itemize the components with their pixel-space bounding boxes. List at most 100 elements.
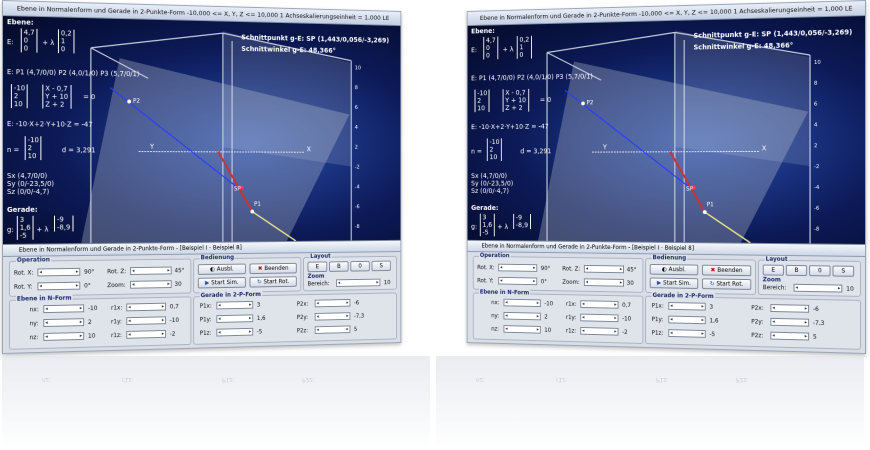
p1y-label: P1y: xyxy=(200,316,212,323)
p1x-spinner[interactable]: ◂ ▸ xyxy=(668,302,705,311)
layout-0-button[interactable]: 0 xyxy=(809,265,830,276)
line-vector-b: -9 -8,9 xyxy=(513,214,530,229)
rot-y-spinner[interactable]: ◂ ▸ xyxy=(37,282,80,291)
layout-e-button[interactable]: E xyxy=(308,261,328,272)
ausbl-button[interactable]: ◐ Ausbl. xyxy=(198,264,246,275)
layout-s-button[interactable]: S xyxy=(833,266,855,277)
nx-spinner[interactable]: ◂ ▸ xyxy=(504,299,541,307)
reflection-text: nz: xyxy=(476,376,485,383)
control-panel: Ebene in Normalenform und Gerade in 2-Pu… xyxy=(468,240,865,354)
p2x-spinner[interactable]: ◂ ▸ xyxy=(315,299,351,307)
rotate-icon: ↻ xyxy=(257,279,262,286)
start-sim-button[interactable]: ▶ Start Sim. xyxy=(198,277,246,288)
layout-s-button[interactable]: S xyxy=(372,261,391,272)
rot-z-spinner[interactable]: ◂ ▸ xyxy=(584,265,624,273)
nz-label: nz: xyxy=(491,326,499,333)
layout-0-button[interactable]: 0 xyxy=(350,261,369,272)
p2x-value: -6 xyxy=(354,300,359,307)
p1y-spinner[interactable]: ◂ ▸ xyxy=(668,316,705,325)
p1x-spinner[interactable]: ◂ ▸ xyxy=(216,301,253,309)
beenden-button[interactable]: ✖ Beenden xyxy=(702,265,751,276)
zoom-spinner[interactable]: ◂ ▸ xyxy=(584,278,624,286)
nz-spinner[interactable]: ◂ ▸ xyxy=(43,332,84,341)
p2x-spinner[interactable]: ◂ ▸ xyxy=(770,304,809,313)
bereich-spinner[interactable]: ◂ ▸ xyxy=(336,279,380,287)
p2y-spinner[interactable]: ◂ ▸ xyxy=(315,312,351,320)
axis-y-label: Y xyxy=(603,143,607,151)
ausbl-button[interactable]: ◐ Ausbl. xyxy=(650,264,698,275)
p1z-spinner[interactable]: ◂ ▸ xyxy=(216,328,253,337)
r1x-label: r1x: xyxy=(566,301,577,308)
r1z-label: r1z: xyxy=(566,328,576,335)
ny-value: 2 xyxy=(544,314,547,321)
nz-spinner[interactable]: ◂ ▸ xyxy=(504,325,541,334)
p1z-spinner[interactable]: ◂ ▸ xyxy=(668,329,705,338)
p2x-label: P2x: xyxy=(297,301,309,308)
reflection-text: P1z: xyxy=(656,376,669,383)
r1x-spinner[interactable]: ◂ ▸ xyxy=(126,303,166,312)
start-rot-button[interactable]: ↻ Start Rot. xyxy=(250,276,297,287)
nz-value: 10 xyxy=(88,333,95,340)
layout-b-button[interactable]: B xyxy=(329,261,349,272)
bereich-value: 10 xyxy=(384,279,391,286)
rot-x-spinner[interactable]: ◂ ▸ xyxy=(37,268,80,277)
ny-spinner[interactable]: ◂ ▸ xyxy=(504,312,541,320)
zoom-spinner[interactable]: ◂ ▸ xyxy=(130,280,172,289)
reflection-left: nz: r1z: P1z: P2z: xyxy=(2,356,430,450)
layout-zoom-label: Zoom xyxy=(763,276,781,283)
layout-e-button[interactable]: E xyxy=(763,265,784,276)
nz-label: nz: xyxy=(30,334,39,341)
bereich-spinner[interactable]: ◂ ▸ xyxy=(794,284,843,293)
normal-vector-values: -10 2 10 xyxy=(487,138,502,161)
r1y-value: -10 xyxy=(622,316,631,323)
r1x-spinner[interactable]: ◂ ▸ xyxy=(580,300,618,308)
start-sim-button[interactable]: ▶ Start Sim. xyxy=(650,277,698,288)
r1x-label: r1x: xyxy=(111,305,122,312)
r1y-label: r1y: xyxy=(566,314,576,321)
play-icon: ▶ xyxy=(205,280,209,287)
beenden-button[interactable]: ✖ Beenden xyxy=(250,263,297,274)
normal-form-vars: X - 0,7 Y + 10 Z + 2 xyxy=(503,89,529,112)
nx-label: nx: xyxy=(491,299,499,306)
r1y-spinner[interactable]: ◂ ▸ xyxy=(580,314,618,323)
p1y-spinner[interactable]: ◂ ▸ xyxy=(216,314,253,323)
layout-b-button[interactable]: B xyxy=(786,265,807,276)
r1y-spinner[interactable]: ◂ ▸ xyxy=(126,316,166,325)
axis-x-label: X xyxy=(762,145,767,153)
p2x-value: -6 xyxy=(813,306,819,313)
p1y-value: 1,6 xyxy=(709,317,718,324)
label-p1: P1 xyxy=(707,201,714,208)
rot-y-spinner[interactable]: ◂ ▸ xyxy=(498,277,537,285)
distance: d = 3,291 xyxy=(62,146,96,154)
rot-z-spinner[interactable]: ◂ ▸ xyxy=(130,267,172,275)
axis-y-label: Y xyxy=(150,143,154,151)
line-prefix: g: xyxy=(471,223,477,231)
p2z-spinner[interactable]: ◂ ▸ xyxy=(315,325,351,333)
p2z-label: P2z: xyxy=(297,327,308,334)
ny-value: 2 xyxy=(88,319,92,326)
normal-vector-values: -10 2 10 xyxy=(25,136,42,160)
plane-vector-b: 0,2 1 0 xyxy=(517,36,532,59)
ebene-group: Ebene in N-Form nx: ◂ ▸ -10 r1x: ◂ ▸ 0,7 n… xyxy=(9,296,191,349)
p2z-spinner[interactable]: ◂ ▸ xyxy=(770,332,809,341)
trace-sy: Sy (0/-23,5/0) xyxy=(7,180,54,188)
trace-sx: Sx (4,7/0/0) xyxy=(471,172,507,180)
r1z-spinner[interactable]: ◂ ▸ xyxy=(126,330,166,339)
start-rot-button[interactable]: ↻ Start Rot. xyxy=(702,278,751,290)
reflection-text: P2z: xyxy=(302,376,315,383)
p2y-spinner[interactable]: ◂ ▸ xyxy=(770,318,809,327)
reflection-text: nz: xyxy=(42,376,51,383)
layout-group: Layout E B 0 S Zoom Bereich: ◂ ▸ 10 xyxy=(303,256,397,292)
coordinate-form: E: -10·X+2·Y+10·Z = -47 xyxy=(7,120,93,129)
3d-scene-canvas[interactable]: Ebene: E: 4,7 0 0 + λ 0,2 1 0 E: P1 (4,7/0/0… xyxy=(3,16,400,244)
ny-spinner[interactable]: ◂ ▸ xyxy=(43,318,84,327)
p1z-label: P1z: xyxy=(652,330,664,337)
line-prefix: g: xyxy=(7,226,14,234)
3d-scene-canvas[interactable]: Ebene: E: 4,7 0 0 + λ 0,2 1 0 E: P1 (4,7/0/0… xyxy=(468,16,865,244)
rot-x-spinner[interactable]: ◂ ▸ xyxy=(498,264,537,272)
trace-sx: Sx (4,7/0/0) xyxy=(7,172,47,180)
normal-vector-label: n = xyxy=(7,146,19,154)
nx-spinner[interactable]: ◂ ▸ xyxy=(43,304,84,313)
r1z-spinner[interactable]: ◂ ▸ xyxy=(580,327,618,336)
label-p1: P1 xyxy=(254,201,261,208)
